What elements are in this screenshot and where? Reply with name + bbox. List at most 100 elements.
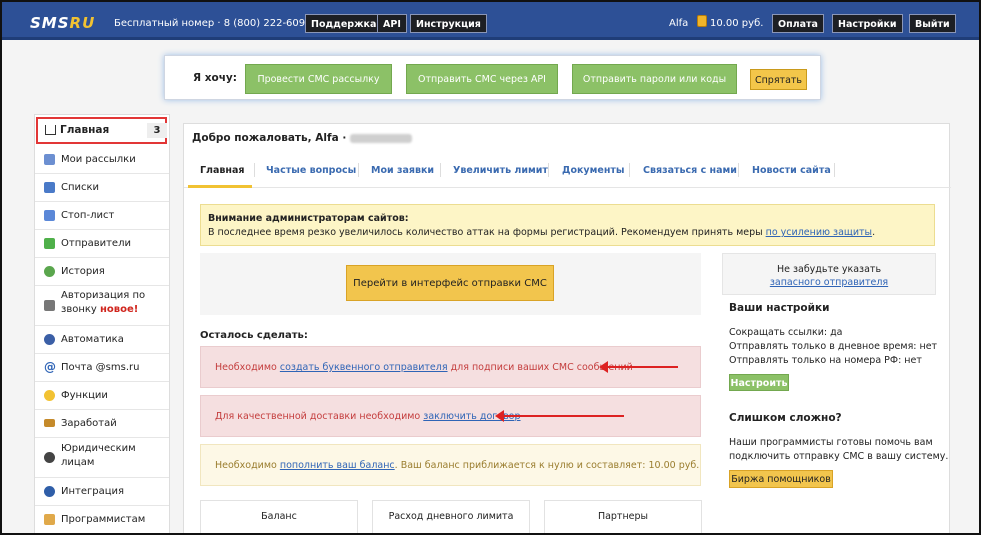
welcome-label: Добро пожаловать, Alfa ·: [192, 132, 347, 144]
too-hard-text-2: подключить отправку СМС в вашу систему.: [729, 451, 949, 462]
sidebar-item-label: Юридическим: [61, 443, 136, 454]
logout-button[interactable]: Выйти: [909, 14, 956, 33]
todo3-pre: Необходимо: [215, 460, 277, 471]
configure-button[interactable]: Настроить: [729, 374, 789, 391]
sidebar-item-home[interactable]: Главная 3: [36, 117, 167, 144]
stoplist-icon: [44, 210, 55, 221]
tab-faq[interactable]: Частые вопросы: [266, 165, 356, 176]
sidebar-item-integration[interactable]: Интеграция: [35, 478, 169, 506]
sidebar-item-legal[interactable]: Юридическим лицам: [35, 438, 169, 478]
sidebar-item-history[interactable]: История: [35, 258, 169, 286]
reserve-sender-link[interactable]: запасного отправителя: [770, 277, 888, 288]
tab-contact[interactable]: Связаться с нами: [643, 165, 737, 176]
sidebar-item-automation[interactable]: Автоматика: [35, 326, 169, 354]
sidebar-item-label: Мои рассылки: [61, 154, 136, 165]
todo1-pre: Необходимо: [215, 362, 277, 373]
send-codes-button[interactable]: Отправить пароли или коды: [572, 64, 737, 94]
app-window: SMSRU Бесплатный номер · 8 (800) 222-609…: [0, 0, 981, 535]
logo-text: SMS: [30, 14, 70, 32]
todo-balance: Необходимо пополнить ваш баланс. Ваш бал…: [200, 444, 701, 486]
reserve-sender-box: Не забудьте указать запасного отправител…: [722, 253, 936, 295]
send-panel: Перейти в интерфейс отправки СМС: [200, 253, 701, 315]
at-icon: @: [44, 360, 56, 374]
protection-link[interactable]: по усилению защиты: [766, 227, 872, 238]
sidebar-item-mail[interactable]: @ Почта @sms.ru: [35, 354, 169, 382]
red-arrow-icon: [599, 361, 678, 373]
bulb-icon: [44, 390, 55, 401]
sidebar-item-programmers[interactable]: Программистам: [35, 506, 169, 533]
send-interface-button[interactable]: Перейти в интерфейс отправки СМС: [346, 265, 554, 301]
stat-label: Баланс: [261, 511, 297, 522]
sidebar-item-label: Авторизация по: [61, 290, 146, 301]
api-button[interactable]: API: [377, 14, 407, 33]
history-icon: [44, 266, 55, 277]
sidebar-item-stoplist[interactable]: Стоп-лист: [35, 202, 169, 230]
logo[interactable]: SMSRU: [30, 14, 95, 32]
stat-label: Партнеры: [597, 511, 649, 522]
settings-button[interactable]: Настройки: [832, 14, 903, 33]
too-hard-text-1: Наши программисты готовы помочь вам: [729, 437, 933, 448]
i-want-label: Я хочу:: [193, 72, 237, 84]
hide-button[interactable]: Спрятать: [750, 69, 807, 90]
free-phone: Бесплатный номер · 8 (800) 222-6095: [114, 18, 312, 29]
sidebar-item-label: Главная: [60, 124, 110, 136]
daily-limit-stat: Расход дневного лимита: [372, 500, 530, 533]
setting-daytime: Отправлять только в дневное время: нет: [729, 341, 938, 352]
warning-body: В последнее время резко увеличилось коли…: [208, 227, 763, 238]
tab-limit[interactable]: Увеличить лимит: [453, 165, 548, 176]
user-name[interactable]: Alfa: [669, 18, 688, 29]
sidebar-item-label: История: [61, 266, 105, 277]
person-icon: [44, 452, 55, 463]
balance-stat: Баланс: [200, 500, 358, 533]
sidebar-item-functions[interactable]: Функции: [35, 382, 169, 410]
main-content: Добро пожаловать, Alfa · Главная Частые …: [183, 123, 951, 533]
tab-divider: [738, 163, 739, 177]
sidebar-item-label: Стоп-лист: [61, 210, 115, 221]
sidebar-item-senders[interactable]: Отправители: [35, 230, 169, 258]
helpers-exchange-button[interactable]: Биржа помощников: [729, 470, 833, 488]
pay-button[interactable]: Оплата: [772, 14, 824, 33]
sidebar: Главная 3 Мои рассылки Списки Стоп-лист …: [34, 114, 170, 533]
sidebar-item-earn[interactable]: Заработай: [35, 410, 169, 438]
notification-badge: 3: [147, 123, 167, 138]
list-icon: [44, 182, 55, 193]
tab-requests[interactable]: Мои заявки: [371, 165, 434, 176]
tab-divider: [834, 163, 835, 177]
tab-documents[interactable]: Документы: [562, 165, 625, 176]
tab-divider: [254, 163, 255, 177]
reserve-note: Не забудьте указать: [776, 264, 882, 275]
red-arrow-icon: [495, 410, 624, 422]
create-sender-link[interactable]: создать буквенного отправителя: [280, 362, 448, 373]
tab-news[interactable]: Новости сайта: [752, 165, 831, 176]
admin-warning: Внимание администраторам сайтов: В после…: [200, 204, 935, 246]
warning-end: .: [872, 227, 876, 238]
integration-icon: [44, 486, 55, 497]
welcome-text: Добро пожаловать, Alfa ·: [192, 132, 413, 144]
balance: 10.00 руб.: [710, 18, 764, 29]
logo-accent: RU: [69, 14, 96, 32]
money-icon: [44, 419, 55, 427]
tab-divider: [629, 163, 630, 177]
sidebar-item-lists[interactable]: Списки: [35, 174, 169, 202]
sidebar-item-call-auth[interactable]: Авторизация по звонку новое!: [35, 286, 169, 326]
sidebar-item-label: Списки: [61, 182, 100, 193]
sidebar-item-mailings[interactable]: Мои рассылки: [35, 146, 169, 174]
phone-icon: [44, 300, 55, 311]
sidebar-item-label: Автоматика: [61, 334, 124, 345]
support-button[interactable]: Поддержка: [305, 14, 383, 33]
i-want-panel: Я хочу: Провести СМС рассылку Отправить …: [164, 55, 821, 100]
blurred-phone: [350, 133, 413, 143]
mailings-icon: [44, 154, 55, 165]
too-hard-title: Слишком сложно?: [729, 412, 842, 424]
sidebar-item-label: Функции: [61, 390, 108, 401]
top-up-link[interactable]: пополнить ваш баланс: [280, 460, 395, 471]
tab-divider: [548, 163, 549, 177]
manual-button[interactable]: Инструкция: [410, 14, 487, 33]
todo-heading: Осталось сделать:: [200, 330, 308, 341]
tab-home[interactable]: Главная: [200, 165, 245, 176]
hand-icon: [44, 514, 55, 525]
mass-sms-button[interactable]: Провести СМС рассылку: [245, 64, 392, 94]
new-badge: новое!: [100, 304, 139, 315]
todo-contract: Для качественной доставки необходимо зак…: [200, 395, 701, 437]
api-sms-button[interactable]: Отправить СМС через API: [406, 64, 558, 94]
